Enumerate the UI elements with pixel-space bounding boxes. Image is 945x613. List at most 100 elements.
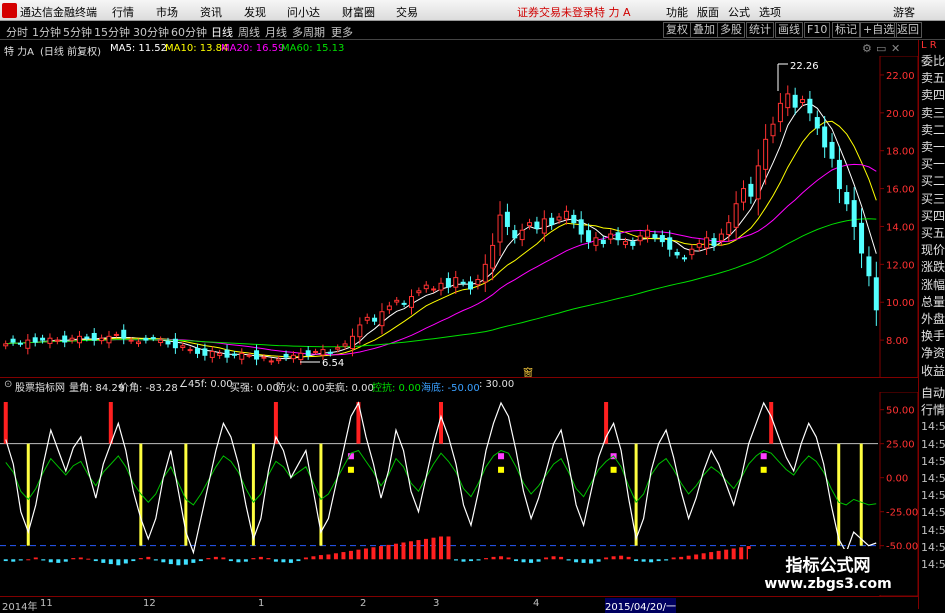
candle-body bbox=[792, 94, 798, 108]
f10-button[interactable]: F10 bbox=[804, 22, 831, 38]
tab-1min[interactable]: 1分钟 bbox=[32, 24, 61, 40]
candle-body bbox=[844, 192, 850, 205]
ma5-value: MA5: 11.52 bbox=[110, 43, 168, 54]
candle-body bbox=[563, 210, 569, 220]
candle-body bbox=[254, 350, 260, 360]
menu-faxian[interactable]: 发现 bbox=[244, 4, 266, 20]
menu-jiaoyi[interactable]: 交易 bbox=[396, 4, 418, 20]
histogram-bar bbox=[551, 556, 556, 560]
histogram-bar bbox=[326, 554, 331, 560]
candle-body bbox=[807, 98, 813, 114]
date-label: 1 bbox=[258, 598, 265, 609]
lr-toggle[interactable]: L R bbox=[921, 40, 937, 51]
candle-body bbox=[726, 222, 732, 235]
tick-time: 14:50 bbox=[921, 420, 945, 434]
histogram-bar bbox=[476, 559, 481, 561]
quote-field-label: 涨跌 bbox=[921, 260, 945, 275]
candle-body bbox=[541, 218, 547, 234]
tab-15min[interactable]: 15分钟 bbox=[94, 24, 130, 40]
layout-button[interactable]: 版面 bbox=[697, 4, 719, 20]
histogram-bar bbox=[401, 542, 406, 560]
mark-button[interactable]: 标记 bbox=[832, 22, 860, 38]
candle-body bbox=[497, 214, 503, 243]
candle-body bbox=[475, 279, 481, 286]
price-tick-label: 12.00 bbox=[886, 260, 915, 271]
candle-body bbox=[667, 237, 673, 250]
candle-body bbox=[711, 238, 717, 246]
tab-daily[interactable]: 日线 bbox=[211, 24, 233, 40]
tab-5min[interactable]: 5分钟 bbox=[63, 24, 92, 40]
histogram-bar bbox=[363, 548, 368, 560]
sell-signal-bar bbox=[769, 402, 774, 444]
histogram-bar bbox=[716, 550, 721, 560]
candle-body bbox=[224, 349, 230, 358]
candle-body bbox=[859, 222, 865, 254]
high-price-label: 22.26 bbox=[790, 61, 819, 72]
stats-button[interactable]: 统计 bbox=[746, 22, 774, 38]
candle-body bbox=[873, 277, 879, 311]
histogram-bar bbox=[596, 559, 601, 562]
histogram-bar bbox=[701, 553, 706, 560]
histogram-bar bbox=[454, 559, 459, 561]
candle-body bbox=[785, 93, 791, 109]
menu-zixun[interactable]: 资讯 bbox=[200, 4, 222, 20]
histogram-bar bbox=[484, 558, 489, 560]
buy-signal-bar bbox=[859, 443, 863, 546]
fuquan-button[interactable]: 复权 bbox=[663, 22, 691, 38]
function-button[interactable]: 功能 bbox=[666, 4, 688, 20]
indicator-tick-label: 0.00 bbox=[886, 474, 908, 485]
minimize-icon[interactable]: ▭ bbox=[876, 42, 886, 55]
gear-icon[interactable]: ⚙ bbox=[862, 42, 872, 55]
histogram-bar bbox=[101, 559, 106, 563]
histogram-bar bbox=[258, 556, 263, 560]
tab-weekly[interactable]: 周线 bbox=[238, 24, 260, 40]
tab-30min[interactable]: 30分钟 bbox=[133, 24, 169, 40]
candle-body bbox=[741, 188, 747, 203]
multi-stock-button[interactable]: 多股 bbox=[717, 22, 745, 38]
event-marker-label: 窗 bbox=[523, 366, 533, 378]
histogram-bar bbox=[71, 558, 76, 560]
candlestick-chart[interactable]: 22.0020.0018.0016.0014.0012.0010.008.00 … bbox=[0, 56, 918, 378]
candle-body bbox=[836, 159, 842, 190]
candle-body bbox=[165, 341, 171, 345]
login-status[interactable]: 证券交易未登录 bbox=[517, 4, 594, 20]
overlay-button[interactable]: 叠加 bbox=[690, 22, 718, 38]
candle-body bbox=[335, 347, 341, 350]
candle-body bbox=[150, 337, 156, 340]
angle45-value: ∠45f: 0.00 bbox=[179, 379, 233, 390]
histogram-bar bbox=[161, 559, 166, 563]
tab-multi-period[interactable]: 多周期 bbox=[292, 24, 325, 40]
histogram-bar bbox=[168, 559, 173, 565]
add-favorite-button[interactable]: +自选 bbox=[860, 22, 898, 38]
histogram-bar bbox=[423, 538, 428, 560]
cursor-date-label: 2015/04/20/一 bbox=[605, 598, 677, 613]
histogram-bar bbox=[371, 547, 376, 560]
draw-line-button[interactable]: 画线 bbox=[775, 22, 803, 38]
buy-signal-bar bbox=[251, 443, 255, 546]
price-tick-label: 16.00 bbox=[886, 185, 915, 196]
guest-button[interactable]: 游客 bbox=[893, 4, 915, 20]
candle-body bbox=[416, 290, 422, 294]
candle-body bbox=[519, 229, 525, 241]
ma5-line bbox=[5, 102, 877, 360]
candle-body bbox=[652, 234, 658, 239]
back-button[interactable]: 返回 bbox=[894, 22, 922, 38]
menu-wenxiaoda[interactable]: 问小达 bbox=[287, 4, 320, 20]
histogram-bar bbox=[243, 559, 248, 562]
candle-body bbox=[276, 358, 282, 362]
tab-monthly[interactable]: 月线 bbox=[265, 24, 287, 40]
app-title: 通达信金融终端 bbox=[20, 6, 97, 19]
tab-more[interactable]: 更多 bbox=[331, 24, 353, 40]
menu-caifuquan[interactable]: 财富圈 bbox=[342, 4, 375, 20]
menu-shichang[interactable]: 市场 bbox=[156, 4, 178, 20]
indicator-settings-icon[interactable]: ⊙ bbox=[4, 379, 12, 390]
options-button[interactable]: 选项 bbox=[759, 4, 781, 20]
menu-hangqing[interactable]: 行情 bbox=[112, 4, 134, 20]
tab-60min[interactable]: 60分钟 bbox=[171, 24, 207, 40]
histogram-bar bbox=[671, 557, 676, 560]
formula-button[interactable]: 公式 bbox=[728, 4, 750, 20]
histogram-bar bbox=[138, 558, 143, 560]
close-icon[interactable]: ✕ bbox=[891, 42, 900, 55]
histogram-bar bbox=[273, 559, 278, 562]
tab-fenshi[interactable]: 分时 bbox=[6, 24, 28, 40]
